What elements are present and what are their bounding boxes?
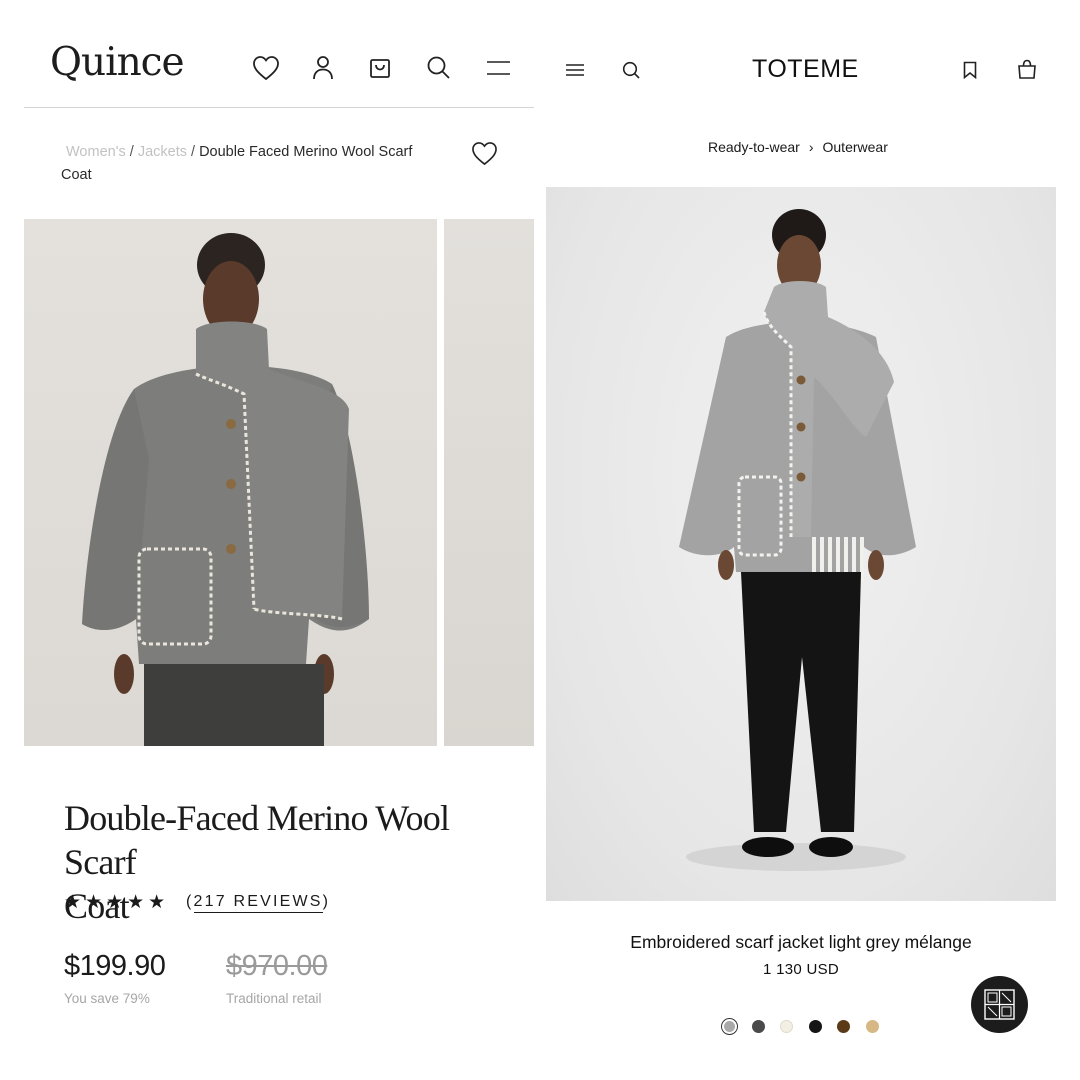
breadcrumb-jackets[interactable]: Jackets — [138, 144, 187, 160]
breadcrumb-women[interactable]: Women's — [66, 144, 126, 160]
breadcrumb-outerwear[interactable]: Outerwear — [823, 139, 888, 155]
breadcrumb-separator: / — [191, 144, 196, 160]
chevron-right-icon: › — [808, 139, 814, 155]
heart-icon[interactable] — [252, 55, 280, 81]
wishlist-heart-icon[interactable] — [471, 141, 498, 166]
breadcrumb: Ready-to-wear › Outerwear — [708, 139, 888, 155]
product-image-next[interactable] — [444, 219, 534, 746]
color-swatch[interactable] — [751, 1020, 765, 1033]
product-name: Embroidered scarf jacket light grey méla… — [630, 932, 972, 952]
color-swatch[interactable] — [866, 1020, 879, 1033]
breadcrumb-current: Double Faced Merino Wool Scarf — [199, 144, 413, 160]
color-swatch[interactable] — [837, 1020, 851, 1033]
search-icon[interactable] — [622, 61, 640, 79]
bag-icon[interactable] — [1017, 59, 1037, 79]
savings-text: You save 79% — [64, 991, 150, 1006]
sale-price: $199.90 — [64, 950, 166, 982]
quince-logo[interactable]: Quince — [50, 40, 185, 85]
toteme-logo[interactable]: TOTEME — [752, 55, 859, 84]
toteme-monogram-icon — [984, 989, 1015, 1020]
color-swatch[interactable] — [780, 1020, 794, 1033]
traditional-price: $970.00 — [226, 950, 328, 982]
product-image[interactable] — [546, 187, 1056, 901]
breadcrumb: Women's / Jackets / Double Faced Merino … — [61, 141, 451, 187]
color-swatch[interactable] — [724, 1021, 735, 1032]
product-image-main[interactable] — [24, 219, 437, 746]
rating-stars: ★★★★★ — [64, 892, 170, 913]
traditional-retail-label: Traditional retail — [226, 991, 322, 1006]
brand-badge-button[interactable] — [971, 976, 1028, 1033]
header-divider — [24, 107, 534, 108]
color-swatch[interactable] — [808, 1020, 822, 1033]
bookmark-icon[interactable] — [963, 61, 977, 79]
breadcrumb-ready-to-wear[interactable]: Ready-to-wear — [708, 139, 800, 155]
user-icon[interactable] — [312, 55, 334, 81]
breadcrumb-separator: / — [129, 144, 134, 160]
search-icon[interactable] — [426, 55, 451, 80]
menu-icon[interactable] — [487, 59, 510, 77]
bag-icon[interactable] — [369, 56, 391, 79]
menu-icon[interactable] — [566, 64, 584, 76]
reviews-link[interactable]: (217 REVIEWS) — [186, 893, 330, 913]
breadcrumb-current-cont: Coat — [61, 167, 92, 183]
